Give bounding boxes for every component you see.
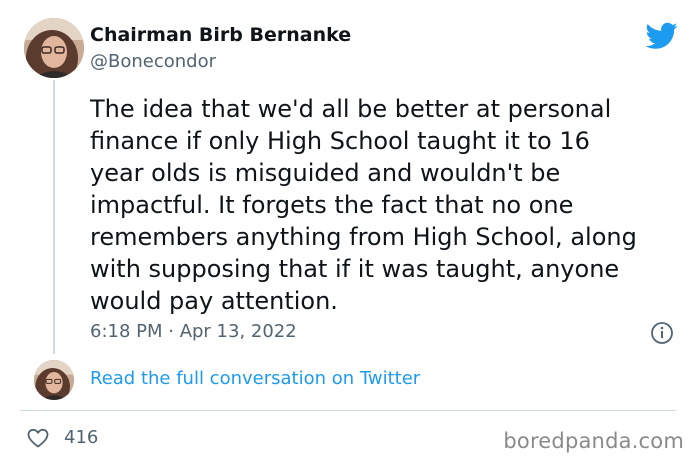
info-icon[interactable] — [650, 321, 674, 345]
tweet-card: Chairman Birb Bernanke @Bonecondor The i… — [0, 0, 700, 464]
divider — [20, 410, 676, 411]
heart-icon[interactable] — [26, 426, 50, 450]
watermark: boredpanda.com — [503, 429, 684, 453]
read-conversation-link[interactable]: Read the full conversation on Twitter — [90, 367, 420, 391]
tweet-text: The idea that we'd all be better at pers… — [90, 95, 637, 315]
tweet-timestamp[interactable]: 6:18 PM · Apr 13, 2022 — [90, 320, 297, 344]
twitter-bird-icon[interactable] — [646, 22, 678, 50]
author-handle[interactable]: @Bonecondor — [90, 50, 216, 74]
reply-avatar[interactable] — [34, 360, 74, 400]
author-avatar[interactable] — [24, 18, 84, 78]
thread-line — [53, 80, 55, 354]
like-count: 416 — [64, 427, 99, 448]
author-name[interactable]: Chairman Birb Bernanke — [90, 22, 351, 48]
